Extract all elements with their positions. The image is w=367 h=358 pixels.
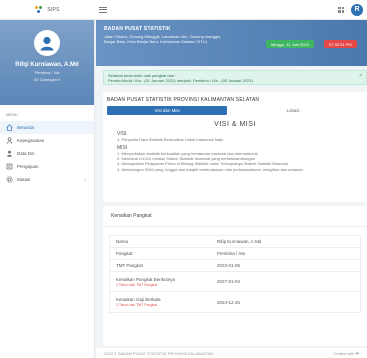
card-title: Kenaikan Pangkat	[103, 206, 367, 227]
visi-text: 1. Penyedia Data Statistik Berkualitas U…	[117, 137, 224, 142]
document-icon	[6, 163, 13, 170]
banner-address: Jalan Trikora, Gunung Manggis, Landasan …	[104, 34, 222, 44]
table-row: Nama Rifqi Kurniawan, A.Md	[110, 236, 360, 248]
table-row: Pangkat Pembina / IVa	[110, 248, 360, 260]
apps-grid-icon[interactable]	[338, 6, 344, 13]
user-avatar-button[interactable]: R	[351, 3, 363, 16]
tab-lokasi[interactable]: Lokasi	[233, 106, 353, 115]
row-label: Kenaikan Pangkat Berikutnya	[116, 276, 176, 282]
sidebar-item-label: Kepegawaian	[17, 138, 45, 143]
misi-item: 4. Membangun SDM yang Unggul dan Adaptif…	[117, 166, 303, 172]
sidebar-item-data-diri[interactable]: Data Diri	[0, 147, 94, 160]
sidebar-item-label: Data Diri	[17, 151, 35, 156]
sidebar-item-kepegawaian[interactable]: Kepegawaian	[0, 134, 94, 147]
menu-toggle-icon[interactable]	[99, 6, 107, 13]
sidebar-item-label: Beranda	[17, 125, 35, 130]
footer-copyright: 2023 © BADAN PUSAT STATISTIK PROVINSI KA…	[104, 350, 214, 356]
sidebar-item-mutasi[interactable]: Mutasi ›	[0, 173, 94, 186]
avatar	[34, 30, 60, 56]
tab-bar: Visi dan Misi Lokasi	[103, 106, 367, 115]
sidebar: Rifqi Kurniawan, A.Md Pembina / IVa IV/ …	[0, 20, 95, 358]
banner-title: BADAN PUSAT STATISTIK	[104, 26, 171, 32]
sidebar-item-label: Pengajuan	[17, 164, 39, 169]
row-label: TMT Pangkat	[116, 263, 143, 268]
footer: 2023 © BADAN PUSAT STATISTIK PROVINSI KA…	[96, 348, 367, 358]
person-icon	[6, 150, 13, 157]
user-avatar-icon	[40, 36, 54, 51]
settings-icon	[6, 176, 13, 183]
row-value: 2024-12-25	[217, 299, 241, 305]
promotion-alert: Selamat anda telah naik pangkat dari : P…	[103, 70, 367, 85]
table-row: TMT Pangkat 2023-01-05	[110, 260, 360, 272]
close-icon[interactable]: ×	[359, 74, 362, 79]
logo[interactable]: SIPS	[0, 0, 95, 20]
user-icon	[6, 137, 13, 144]
top-bar: SIPS R	[0, 0, 367, 20]
organization-title: BADAN PUSAT STATISTIK PROVINSI KALIMANTA…	[107, 97, 260, 103]
row-note: 4 Tahun dari TMT Pangkat	[116, 282, 158, 287]
table-row: Kenaikan Pangkat Berikutnya 4 Tahun dari…	[110, 272, 360, 292]
tab-visi-misi[interactable]: Visi dan Misi	[107, 106, 227, 115]
date-badge: Minggu, 11 Juni 2023	[266, 40, 314, 48]
row-note: 2 Tahun dari TMT Pangkat	[116, 303, 158, 307]
logo-icon	[35, 5, 44, 14]
sidebar-item-pengajuan[interactable]: Pengajuan	[0, 160, 94, 173]
row-label: Pangkat	[116, 251, 133, 256]
user-name: Rifqi Kurniawan, A.Md	[15, 62, 79, 68]
row-value: Pembina / IVa	[217, 251, 245, 256]
user-grade: IV/ Golongan II	[33, 77, 61, 82]
footer-credit: Crafted with ❤	[333, 350, 359, 356]
table-row: Kenaikan Gaji Berkala 2 Tahun dari TMT P…	[110, 292, 360, 312]
user-rank: Pembina / IVa	[34, 70, 60, 75]
profile-panel: Rifqi Kurniawan, A.Md Pembina / IVa IV/ …	[0, 20, 94, 105]
sidebar-item-beranda[interactable]: Beranda	[0, 121, 94, 134]
organization-card: BADAN PUSAT STATISTIK PROVINSI KALIMANTA…	[103, 92, 367, 202]
header-banner: BADAN PUSAT STATISTIK Jalan Trikora, Gun…	[96, 20, 367, 66]
time-badge: 07:30:31 PM	[324, 40, 357, 48]
alert-line-2: Penata Muda / IIIa - (01 Januari 2023) m…	[108, 78, 253, 83]
row-value: Rifqi Kurniawan, A.Md	[217, 239, 262, 244]
visi-misi-heading: VISI & MISI	[214, 121, 256, 128]
home-icon	[6, 124, 13, 131]
chevron-right-icon: ›	[84, 176, 86, 183]
row-value: 2027-01-04	[217, 279, 241, 284]
sidebar-item-label: Mutasi	[17, 177, 31, 182]
misi-list: 1. Menyediakan statistik berkualitas yan…	[117, 151, 367, 172]
menu-title: MENU	[6, 112, 18, 117]
row-label: Nama	[116, 239, 129, 244]
logo-text: SIPS	[47, 6, 60, 13]
row-label: Kenaikan Gaji Berkala	[116, 297, 161, 302]
row-value: 2023-01-05	[217, 263, 241, 268]
pangkat-table: Nama Rifqi Kurniawan, A.Md Pangkat Pembi…	[109, 235, 361, 313]
kenaikan-pangkat-card: Kenaikan Pangkat Nama Rifqi Kurniawan, A…	[103, 206, 367, 346]
